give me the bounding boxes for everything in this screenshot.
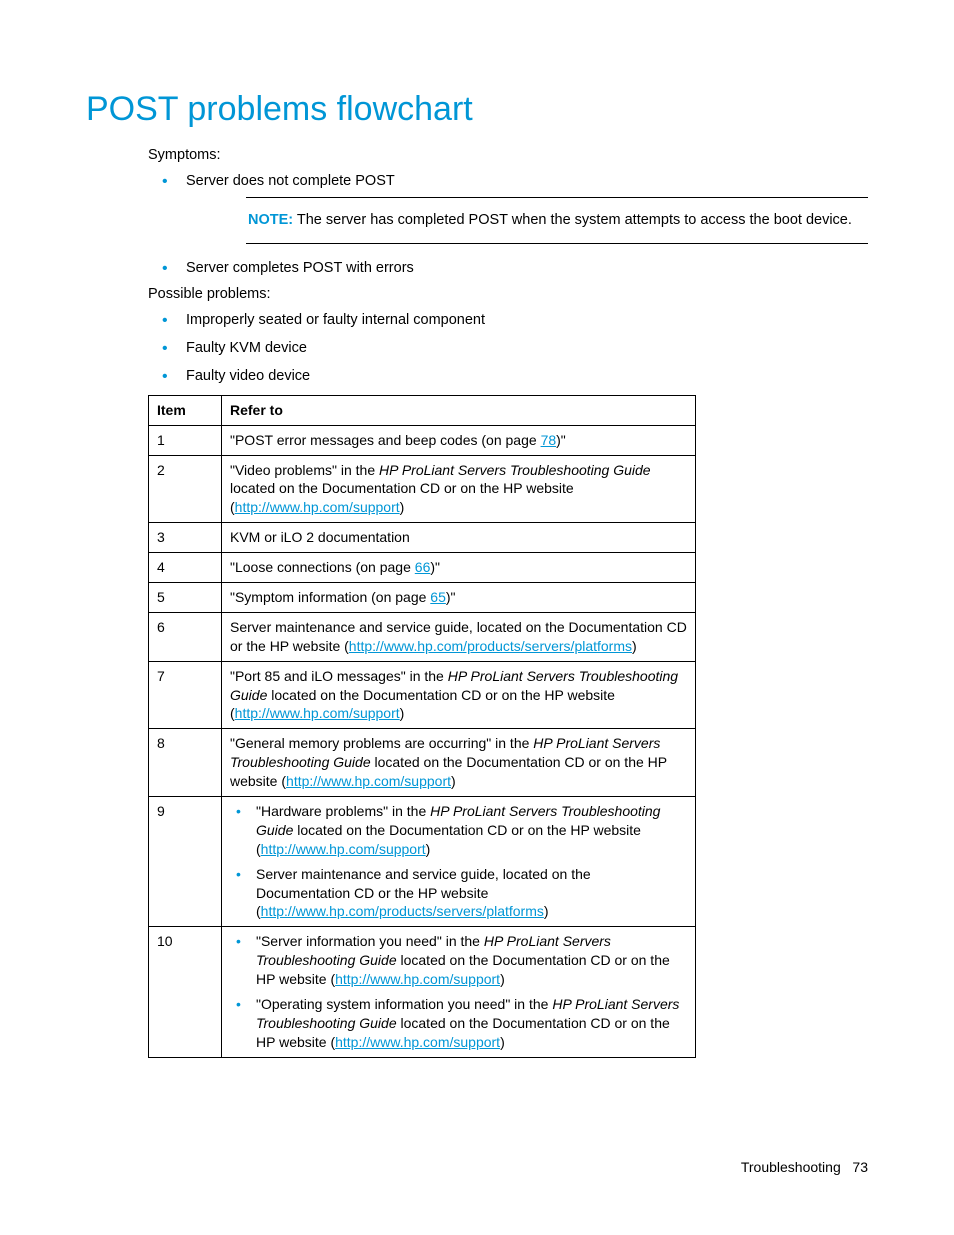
url-link[interactable]: http://www.hp.com/support [335,971,500,987]
note-box: NOTE: The server has completed POST when… [246,197,868,243]
symptoms-list: Server does not complete POST NOTE: The … [148,171,868,278]
text: ) [426,841,431,857]
text: "Symptom information (on page [230,589,430,605]
list-item: Server does not complete POST NOTE: The … [148,171,868,244]
col-header-item: Item [149,395,222,425]
footer-section: Troubleshooting [741,1159,841,1175]
cell-refer: "Server information you need" in the HP … [222,927,696,1057]
cell-refer: Server maintenance and service guide, lo… [222,612,696,661]
cell-item: 1 [149,425,222,455]
text: "Video problems" in the [230,462,379,478]
doc-title: HP ProLiant Servers Troubleshooting Guid… [379,462,651,478]
text: ) [500,1034,505,1050]
footer-page-number: 73 [852,1159,868,1175]
cell-item: 7 [149,661,222,729]
table-row: 4 "Loose connections (on page 66)" [149,553,696,583]
cell-refer: "Video problems" in the HP ProLiant Serv… [222,455,696,523]
text: )" [430,559,440,575]
text: "Loose connections (on page [230,559,415,575]
page-link[interactable]: 66 [415,559,431,575]
table-row: 5 "Symptom information (on page 65)" [149,583,696,613]
problems-label: Possible problems: [148,286,868,302]
url-link[interactable]: http://www.hp.com/support [235,705,400,721]
text: ) [400,499,405,515]
reference-table: Item Refer to 1 "POST error messages and… [148,395,696,1058]
text: "General memory problems are occurring" … [230,735,533,751]
cell-refer: "Loose connections (on page 66)" [222,553,696,583]
cell-refer: "Hardware problems" in the HP ProLiant S… [222,797,696,927]
cell-item: 5 [149,583,222,613]
table-row: 10 "Server information you need" in the … [149,927,696,1057]
text: ) [500,971,505,987]
cell-refer: "General memory problems are occurring" … [222,729,696,797]
cell-refer: "Symptom information (on page 65)" [222,583,696,613]
text: ) [632,638,637,654]
table-row: 7 "Port 85 and iLO messages" in the HP P… [149,661,696,729]
url-link[interactable]: http://www.hp.com/products/servers/platf… [261,903,544,919]
url-link[interactable]: http://www.hp.com/support [261,841,426,857]
text: ) [451,773,456,789]
list-item: Improperly seated or faulty internal com… [148,310,868,330]
content-body: Symptoms: Server does not complete POST … [148,147,868,1058]
table-row: 9 "Hardware problems" in the HP ProLiant… [149,797,696,927]
page-link[interactable]: 78 [541,432,557,448]
url-link[interactable]: http://www.hp.com/support [286,773,451,789]
inner-list: "Hardware problems" in the HP ProLiant S… [230,802,687,921]
list-item: Server completes POST with errors [148,258,868,278]
cell-item: 6 [149,612,222,661]
text: "Port 85 and iLO messages" in the [230,668,448,684]
page: POST problems flowchart Symptoms: Server… [0,0,954,1235]
text: ) [400,705,405,721]
list-item: "Server information you need" in the HP … [230,932,687,989]
url-link[interactable]: http://www.hp.com/products/servers/platf… [349,638,632,654]
page-footer: Troubleshooting 73 [741,1159,868,1175]
cell-item: 8 [149,729,222,797]
page-heading: POST problems flowchart [86,90,868,129]
problems-list: Improperly seated or faulty internal com… [148,310,868,387]
text: "Server information you need" in the [256,933,484,949]
cell-item: 2 [149,455,222,523]
cell-refer: "Port 85 and iLO messages" in the HP Pro… [222,661,696,729]
symptoms-label: Symptoms: [148,147,868,163]
url-link[interactable]: http://www.hp.com/support [335,1034,500,1050]
text: )" [556,432,566,448]
list-item: Server maintenance and service guide, lo… [230,865,687,922]
table-header-row: Item Refer to [149,395,696,425]
table-row: 6 Server maintenance and service guide, … [149,612,696,661]
cell-refer: KVM or iLO 2 documentation [222,523,696,553]
text: ) [544,903,549,919]
table-row: 1 "POST error messages and beep codes (o… [149,425,696,455]
list-item: Faulty video device [148,366,868,386]
list-item: "Hardware problems" in the HP ProLiant S… [230,802,687,859]
cell-item: 9 [149,797,222,927]
cell-refer: "POST error messages and beep codes (on … [222,425,696,455]
inner-list: "Server information you need" in the HP … [230,932,687,1051]
list-item: Faulty KVM device [148,338,868,358]
col-header-refer: Refer to [222,395,696,425]
table-row: 2 "Video problems" in the HP ProLiant Se… [149,455,696,523]
table-row: 3 KVM or iLO 2 documentation [149,523,696,553]
symptom-text: Server does not complete POST [186,173,395,189]
page-link[interactable]: 65 [430,589,446,605]
url-link[interactable]: http://www.hp.com/support [235,499,400,515]
text: )" [446,589,456,605]
note-text: The server has completed POST when the s… [293,212,852,228]
text: "Hardware problems" in the [256,803,430,819]
text: "Operating system information you need" … [256,996,552,1012]
cell-item: 3 [149,523,222,553]
list-item: "Operating system information you need" … [230,995,687,1052]
cell-item: 10 [149,927,222,1057]
table-row: 8 "General memory problems are occurring… [149,729,696,797]
cell-item: 4 [149,553,222,583]
text: "POST error messages and beep codes (on … [230,432,541,448]
note-label: NOTE: [248,212,293,228]
